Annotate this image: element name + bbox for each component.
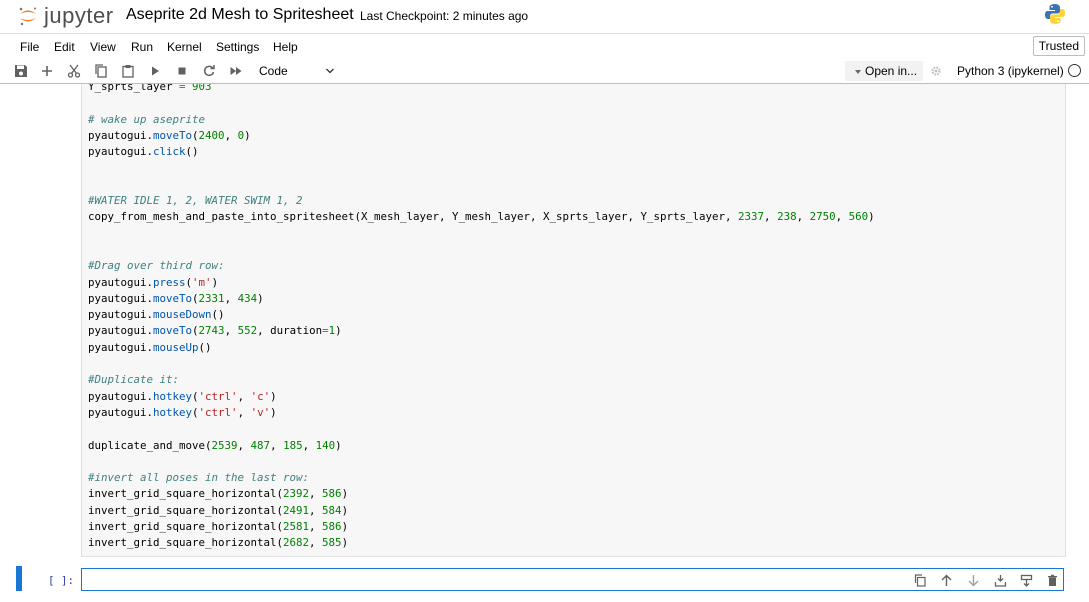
notebook-toolbar: Code Open in... Python 3 (ipykernel) xyxy=(0,59,1089,84)
kernel-status-idle-icon xyxy=(1068,64,1081,77)
open-in-label: Open in... xyxy=(865,64,918,78)
code-line[interactable]: #invert all poses in the last row: xyxy=(88,471,309,484)
menu-edit[interactable]: Edit xyxy=(54,40,75,54)
code-line[interactable]: duplicate_and_move(2539, 487, 185, 140) xyxy=(88,439,342,452)
fast-forward-icon xyxy=(230,67,242,75)
move-up-icon xyxy=(941,574,951,586)
chevron-down-icon xyxy=(326,68,334,74)
active-cell-indicator xyxy=(16,566,22,591)
last-checkpoint: Last Checkpoint: 2 minutes ago xyxy=(360,9,529,23)
cell-type-value: Code xyxy=(259,64,288,78)
menu-kernel[interactable]: Kernel xyxy=(167,40,202,54)
menu-run[interactable]: Run xyxy=(131,40,153,54)
gear-icon xyxy=(931,66,941,76)
cut-button[interactable] xyxy=(65,62,83,80)
add-cell-button[interactable] xyxy=(38,62,56,80)
insert-below-icon xyxy=(1020,574,1032,587)
code-line[interactable]: copy_from_mesh_and_paste_into_spriteshee… xyxy=(88,210,875,223)
delete-icon xyxy=(1047,574,1057,586)
stop-icon xyxy=(178,67,186,75)
stop-button[interactable] xyxy=(173,62,191,80)
cut-icon xyxy=(67,64,81,78)
run-button[interactable] xyxy=(146,62,164,80)
code-line[interactable]: pyautogui.hotkey('ctrl', 'v') xyxy=(88,406,277,419)
insert-above-icon xyxy=(994,574,1006,587)
notebook-panel[interactable]: Y_sprts_layer = 903 # wake up aseprite p… xyxy=(0,84,1089,602)
duplicate-icon xyxy=(914,573,926,587)
menu-help[interactable]: Help xyxy=(273,40,298,54)
run-all-button[interactable] xyxy=(227,62,245,80)
trusted-indicator[interactable]: Trusted xyxy=(1032,36,1085,56)
code-line[interactable]: pyautogui.moveTo(2743, 552, duration=1) xyxy=(88,324,342,337)
code-line[interactable]: Y_sprts_layer = 903 xyxy=(88,84,212,93)
copy-button[interactable] xyxy=(92,62,110,80)
add-icon xyxy=(42,66,52,76)
caret-down-icon xyxy=(855,70,861,74)
insert-above-button[interactable] xyxy=(992,572,1008,588)
delete-cell-button[interactable] xyxy=(1044,572,1060,588)
paste-icon xyxy=(122,65,134,78)
restart-button[interactable] xyxy=(200,62,218,80)
move-up-button[interactable] xyxy=(938,572,954,588)
code-content[interactable]: Y_sprts_layer = 903 # wake up aseprite p… xyxy=(88,84,875,552)
save-button[interactable] xyxy=(12,62,30,80)
menu-view[interactable]: View xyxy=(90,40,116,54)
cell-prompt: [ ]: xyxy=(48,574,75,587)
code-line[interactable]: pyautogui.mouseUp() xyxy=(88,341,212,354)
cell-type-select[interactable]: Code xyxy=(254,61,339,81)
jupyter-logo[interactable]: jupyter xyxy=(18,2,122,30)
save-icon xyxy=(15,65,27,77)
code-line[interactable]: pyautogui.press('m') xyxy=(88,276,218,289)
code-line[interactable]: invert_grid_square_horizontal(2682, 585) xyxy=(88,536,348,549)
menu-file[interactable]: File xyxy=(20,40,39,54)
copy-icon xyxy=(95,64,107,78)
code-line[interactable]: pyautogui.hotkey('ctrl', 'c') xyxy=(88,390,277,403)
python-logo-icon xyxy=(1045,4,1065,24)
move-down-button[interactable] xyxy=(965,572,981,588)
code-cell-editor[interactable]: Y_sprts_layer = 903 # wake up aseprite p… xyxy=(81,84,1066,557)
top-header: jupyter Aseprite 2d Mesh to Spritesheet … xyxy=(0,0,1089,33)
run-icon xyxy=(152,66,159,76)
code-line[interactable]: invert_grid_square_horizontal(2581, 586) xyxy=(88,520,348,533)
kernel-name[interactable]: Python 3 (ipykernel) xyxy=(957,64,1064,78)
code-line[interactable]: pyautogui.moveTo(2400, 0) xyxy=(88,129,251,142)
code-line[interactable]: invert_grid_square_horizontal(2491, 584) xyxy=(88,504,348,517)
notebook-title[interactable]: Aseprite 2d Mesh to Spritesheet xyxy=(126,6,354,24)
code-line[interactable]: #Duplicate it: xyxy=(88,373,179,386)
menu-bar: File Edit View Run Kernel Settings Help … xyxy=(0,33,1089,60)
code-line[interactable]: pyautogui.mouseDown() xyxy=(88,308,225,321)
code-line[interactable]: #WATER IDLE 1, 2, WATER SWIM 1, 2 xyxy=(88,194,303,207)
code-line[interactable]: # wake up aseprite xyxy=(88,113,205,126)
jupyter-logo-text: jupyter xyxy=(44,3,114,28)
code-line[interactable]: pyautogui.click() xyxy=(88,145,199,158)
jupyter-logo-icon xyxy=(19,7,36,26)
move-down-icon xyxy=(968,574,978,586)
code-line[interactable]: pyautogui.moveTo(2331, 434) xyxy=(88,292,264,305)
duplicate-cell-button[interactable] xyxy=(912,572,928,588)
code-line[interactable]: #Drag over third row: xyxy=(88,259,225,272)
menu-settings[interactable]: Settings xyxy=(216,40,259,54)
paste-button[interactable] xyxy=(119,62,137,80)
empty-code-cell[interactable] xyxy=(81,568,1064,591)
code-line[interactable]: invert_grid_square_horizontal(2392, 586) xyxy=(88,487,348,500)
restart-icon xyxy=(203,65,215,77)
open-in-button[interactable]: Open in... xyxy=(845,61,923,81)
insert-below-button[interactable] xyxy=(1018,572,1034,588)
